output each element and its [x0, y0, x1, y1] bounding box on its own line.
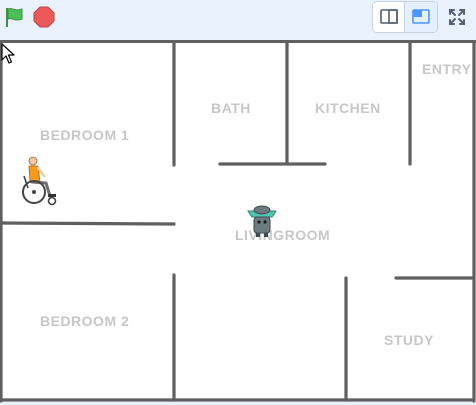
robot-icon [247, 205, 277, 237]
stop-button[interactable] [32, 5, 56, 29]
fullscreen-icon [449, 9, 465, 25]
fullscreen-button[interactable] [444, 4, 470, 30]
stage-toolbar [0, 0, 476, 36]
green-flag-button[interactable] [2, 5, 26, 29]
room-label-kitchen: KITCHEN [315, 100, 381, 116]
robot-sprite[interactable] [244, 203, 280, 237]
room-label-entry: ENTRY [422, 61, 472, 77]
floor-plan-walls [0, 43, 476, 403]
wheelchair-person-sprite[interactable] [16, 156, 62, 208]
room-label-bath: BATH [211, 100, 251, 116]
small-stage-button[interactable] [373, 2, 405, 32]
room-label-bedroom-1: BEDROOM 1 [40, 127, 130, 143]
large-stage-button[interactable] [405, 2, 437, 32]
wheelchair-person-icon [22, 156, 57, 206]
mouse-cursor-icon [1, 43, 15, 64]
small-stage-icon [380, 9, 398, 24]
green-flag-icon [6, 8, 23, 27]
stop-sign-icon [33, 6, 55, 28]
stage-canvas[interactable]: BEDROOM 1 BATH KITCHEN ENTRY LIVINGROOM … [0, 40, 476, 403]
stage-size-toggle [372, 1, 438, 33]
large-stage-icon [412, 9, 430, 24]
room-label-study: STUDY [384, 332, 434, 348]
room-label-bedroom-2: BEDROOM 2 [40, 313, 130, 329]
